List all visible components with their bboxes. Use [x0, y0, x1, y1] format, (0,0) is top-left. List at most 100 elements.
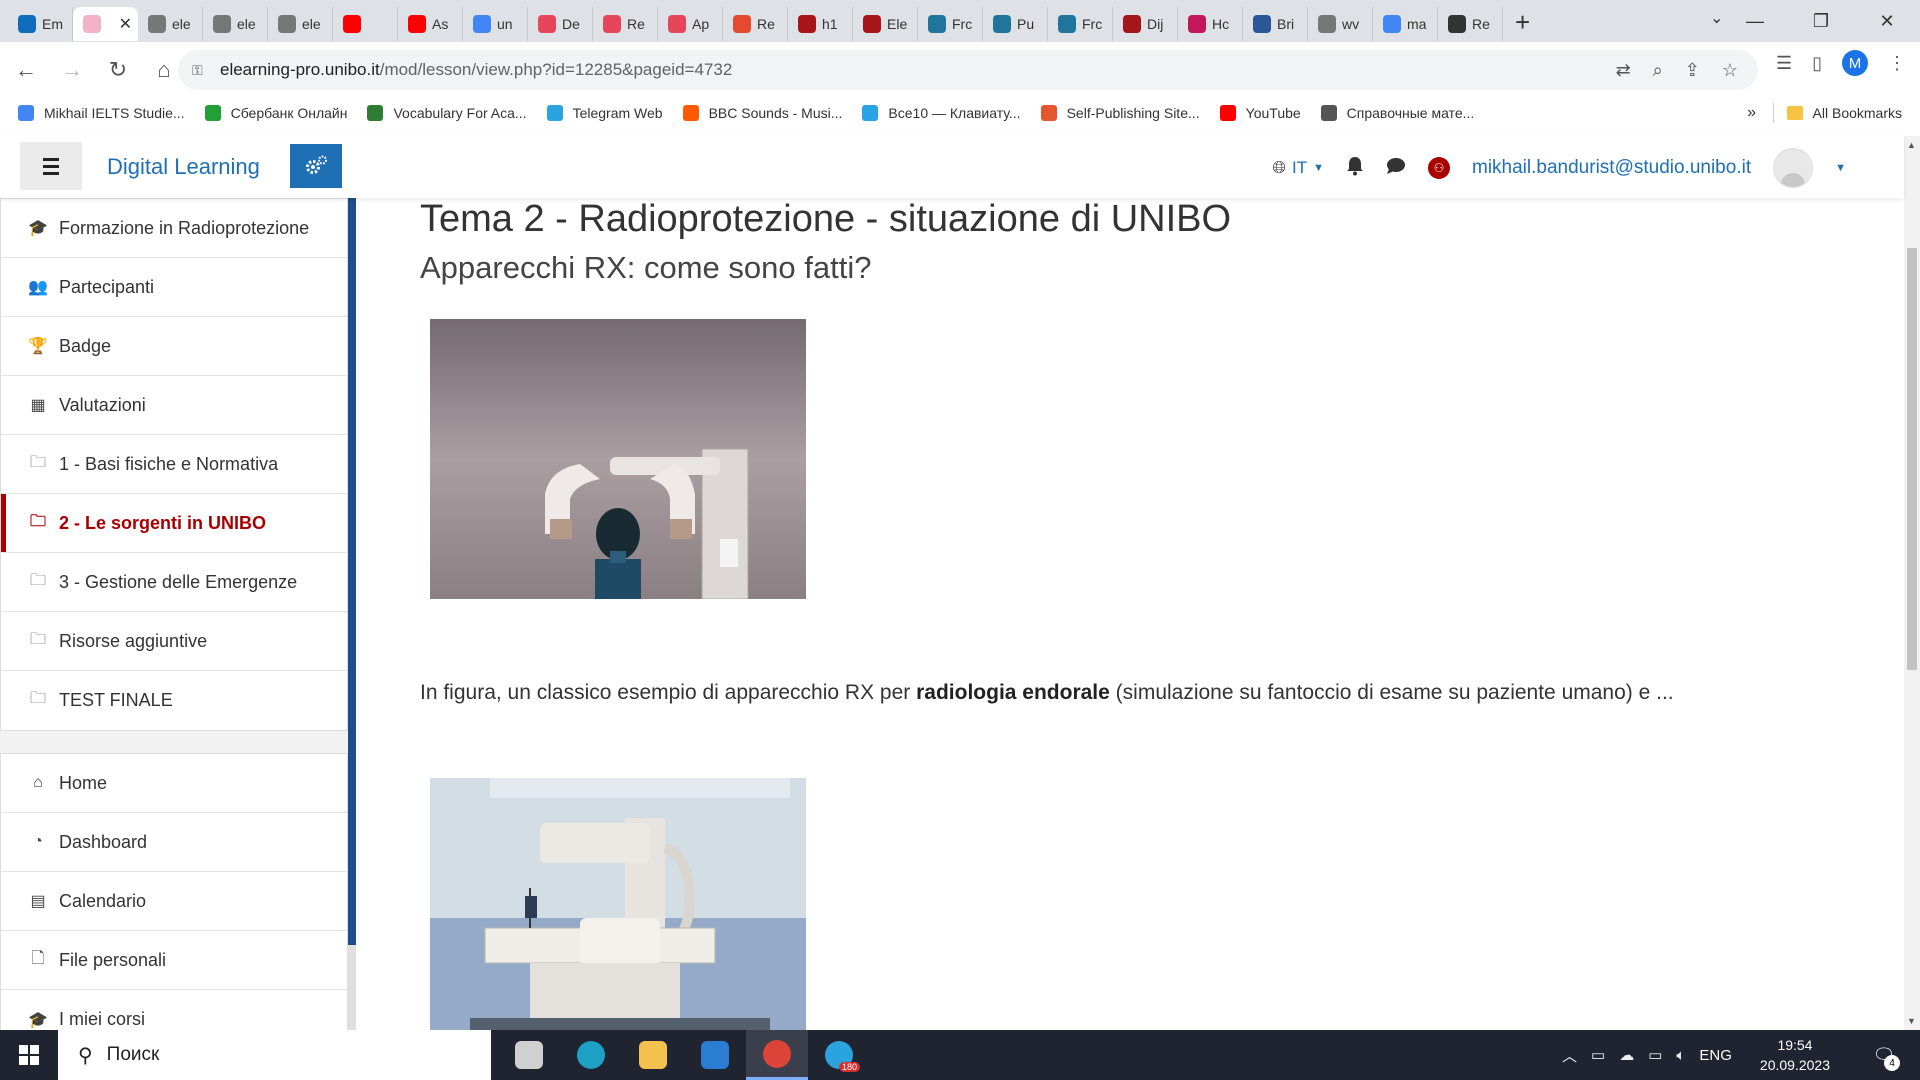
user-email[interactable]: mikhail.bandurist@studio.unibo.it	[1472, 157, 1751, 179]
more-bookmarks-chevron-icon[interactable]: »	[1747, 104, 1756, 122]
admin-settings-cogs-button[interactable]	[290, 144, 342, 188]
browser-tab[interactable]: Em	[8, 7, 73, 41]
browser-tab[interactable]: Ele	[853, 7, 918, 41]
close-window-button[interactable]: ✕	[1854, 11, 1920, 32]
browser-tab[interactable]: As	[398, 7, 463, 41]
drawer-item-valutazioni[interactable]: ▦ Valutazioni	[1, 376, 347, 435]
minimize-button[interactable]: —	[1722, 11, 1788, 32]
reading-list-icon[interactable]: ☰	[1776, 53, 1792, 74]
drawer-item-home[interactable]: ⌂ Home	[1, 754, 347, 813]
drawer-item-label: 2 - Le sorgenti in UNIBO	[59, 512, 267, 533]
reload-button[interactable]: ↻	[98, 50, 138, 90]
show-hidden-icons-chevron-icon[interactable]: ︿	[1562, 1045, 1577, 1066]
browser-tab[interactable]: Pu	[983, 7, 1048, 41]
bookmark-item[interactable]: Все10 — Клавиату...	[862, 105, 1021, 121]
browser-tab[interactable]: wv	[1308, 7, 1373, 41]
browser-tab[interactable]: Frc	[918, 7, 983, 41]
drawer-scrollbar-thumb[interactable]	[348, 198, 356, 945]
browser-tab[interactable]: un	[463, 7, 528, 41]
site-info-icon[interactable]: ⚿	[192, 62, 206, 78]
page-scrollbar-thumb[interactable]	[1907, 248, 1917, 670]
drawer-item-test-finale[interactable]: 🗀 TEST FINALE	[1, 671, 347, 730]
drawer-item-2-le-sorgenti-in-unibo[interactable]: 🗀 2 - Le sorgenti in UNIBO	[1, 494, 347, 553]
drawer-item-partecipanti[interactable]: 👥 Partecipanti	[1, 258, 347, 317]
browser-menu-icon[interactable]: ⋮	[1888, 53, 1906, 74]
side-panel-icon[interactable]: ▯	[1812, 53, 1822, 74]
new-tab-button[interactable]: +	[1515, 7, 1530, 38]
browser-tab[interactable]: Frc	[1048, 7, 1113, 41]
share-icon[interactable]: ⇪	[1685, 60, 1700, 81]
close-tab-icon[interactable]: ✕	[119, 14, 132, 34]
drawer-scrollbar[interactable]	[348, 198, 356, 1030]
bookmark-item[interactable]: BBC Sounds - Musi...	[682, 105, 842, 121]
navbar-user-area: 🌐︎ IT ▼ ⚇ mikhail.bandurist@studio.unibo…	[1272, 148, 1846, 188]
drawer-item-formazione-in-radioprotezione[interactable]: 🎓 Formazione in Radioprotezione	[1, 199, 347, 258]
bookmark-item[interactable]: Self-Publishing Site...	[1040, 105, 1200, 121]
browser-tab[interactable]: ele	[268, 7, 333, 41]
volume-icon[interactable]: 🔈︎	[1676, 1047, 1685, 1064]
browser-tab[interactable]	[333, 7, 398, 41]
browser-tab[interactable]: ✕	[73, 7, 138, 41]
taskbar-app-edge[interactable]	[560, 1030, 622, 1080]
taskbar-app-telegram[interactable]: 180	[808, 1030, 870, 1080]
taskbar-search[interactable]: ⚲ Поиск	[58, 1030, 491, 1080]
bookmark-star-icon[interactable]: ☆	[1722, 60, 1738, 81]
drawer-item-file-personali[interactable]: 🗋 File personali	[1, 931, 347, 990]
browser-tab[interactable]: Bri	[1243, 7, 1308, 41]
restore-button[interactable]: ❐	[1788, 11, 1854, 32]
forward-button[interactable]: →	[52, 50, 92, 90]
input-language-indicator[interactable]: ENG	[1699, 1047, 1732, 1064]
drawer-item-3-gestione-delle-emergenze[interactable]: 🗀 3 - Gestione delle Emergenze	[1, 553, 347, 612]
bookmark-item[interactable]: Mikhail IELTS Studie...	[18, 105, 185, 121]
drawer-item-1-basi-fisiche-e-normativa[interactable]: 🗀 1 - Basi fisiche e Normativa	[1, 435, 347, 494]
browser-tab[interactable]: ele	[138, 7, 203, 41]
bookmark-item[interactable]: YouTube	[1219, 105, 1301, 121]
messages-icon[interactable]	[1386, 157, 1406, 180]
scroll-up-arrow-icon[interactable]: ▲	[1907, 140, 1916, 150]
browser-tab[interactable]: Hc	[1178, 7, 1243, 41]
notifications-bell-icon[interactable]	[1346, 156, 1364, 181]
drawer-item-risorse-aggiuntive[interactable]: 🗀 Risorse aggiuntive	[1, 612, 347, 671]
browser-tab[interactable]: ele	[203, 7, 268, 41]
bookmark-item[interactable]: Сбербанк Онлайн	[204, 105, 347, 121]
address-bar[interactable]: ⚿ elearning-pro.unibo.it/mod/lesson/view…	[178, 50, 1758, 90]
bookmark-item[interactable]: Справочные мате...	[1320, 105, 1474, 121]
site-name-link[interactable]: Digital Learning	[107, 154, 260, 180]
translate-icon[interactable]: ⇄	[1616, 60, 1631, 81]
browser-tab[interactable]: Re	[723, 7, 788, 41]
taskbar-app-mail[interactable]	[684, 1030, 746, 1080]
drawer-toggle-button[interactable]	[20, 142, 82, 190]
browser-tab[interactable]: Dij	[1113, 7, 1178, 41]
browser-tab[interactable]: Re	[593, 7, 658, 41]
user-avatar[interactable]	[1773, 148, 1814, 188]
taskbar-app-task-view[interactable]	[498, 1030, 560, 1080]
start-button[interactable]	[0, 1030, 58, 1080]
clock[interactable]: 19:54 20.09.2023	[1760, 1035, 1830, 1075]
browser-tab[interactable]: Ap	[658, 7, 723, 41]
browser-tab[interactable]: De	[528, 7, 593, 41]
scroll-down-arrow-icon[interactable]: ▼	[1907, 1016, 1916, 1026]
all-bookmarks-button[interactable]: All Bookmarks	[1786, 105, 1902, 121]
browser-tab[interactable]: h1	[788, 7, 853, 41]
drawer-item-i-miei-corsi[interactable]: 🎓 I miei corsi	[1, 990, 347, 1030]
onedrive-cloud-icon[interactable]: ☁	[1619, 1046, 1634, 1064]
browser-tab[interactable]: Re	[1438, 7, 1503, 41]
page-scrollbar[interactable]: ▲ ▼	[1904, 136, 1920, 1030]
drawer-item-badge[interactable]: 🏆 Badge	[1, 317, 347, 376]
battery-icon[interactable]: ▭	[1648, 1046, 1662, 1064]
r6-icon	[1448, 15, 1466, 33]
bookmark-item[interactable]: Vocabulary For Aca...	[367, 105, 527, 121]
bookmark-item[interactable]: Telegram Web	[546, 105, 663, 121]
drawer-item-dashboard[interactable]: ◔ Dashboard	[1, 813, 347, 872]
taskbar-app-file-explorer[interactable]	[622, 1030, 684, 1080]
profile-avatar[interactable]: M	[1842, 50, 1868, 76]
browser-tab[interactable]: ma	[1373, 7, 1438, 41]
user-menu-caret-icon[interactable]: ▼	[1835, 162, 1846, 174]
back-button[interactable]: ←	[6, 50, 46, 90]
network-monitor-icon[interactable]: ▭	[1591, 1046, 1605, 1064]
action-center-button[interactable]: 🗨 4	[1866, 1037, 1902, 1073]
taskbar-app-chrome[interactable]	[746, 1030, 808, 1080]
zoom-icon[interactable]: ⌕	[1653, 60, 1663, 81]
drawer-item-calendario[interactable]: ▤ Calendario	[1, 872, 347, 931]
language-menu[interactable]: 🌐︎ IT ▼	[1272, 158, 1324, 178]
